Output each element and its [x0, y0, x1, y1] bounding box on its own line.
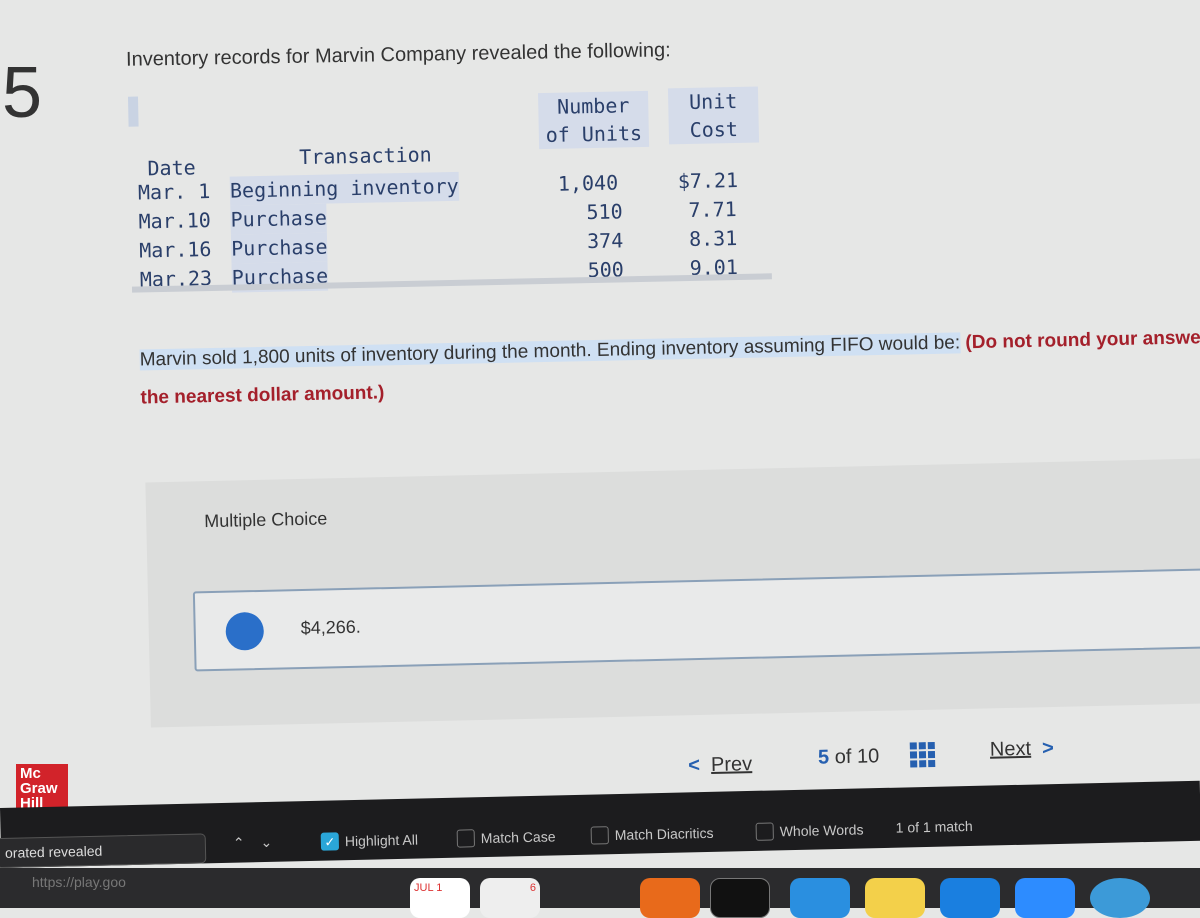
answer-option[interactable]: $4,266. — [192, 567, 1200, 672]
row-transaction: Beginning inventory — [229, 171, 460, 206]
find-bar: orated revealed ⌃ ⌄ ✓ Highlight All Match… — [0, 780, 1200, 869]
whole-words-checkbox[interactable]: Whole Words — [755, 820, 864, 841]
chevron-down-icon[interactable]: ⌄ — [260, 834, 272, 851]
highlight-all-checkbox[interactable]: ✓ Highlight All — [320, 831, 419, 851]
row-cost: 7.71 — [688, 197, 737, 223]
logo-line: Graw — [20, 780, 58, 797]
chevron-up-icon[interactable]: ⌃ — [233, 834, 245, 851]
checkbox-box — [755, 822, 774, 841]
row-transaction: Purchase — [230, 203, 328, 235]
checkbox-box — [590, 826, 609, 845]
terminal-icon[interactable] — [710, 878, 770, 918]
find-input[interactable]: orated revealed — [0, 833, 207, 869]
question-text: Marvin sold 1,800 units of inventory dur… — [139, 318, 1200, 417]
inventory-table: Number of Units Unit Cost Date Transaction… — [127, 83, 772, 296]
row-cost: $7.21 — [677, 167, 739, 194]
match-diacritics-checkbox[interactable]: Match Diacritics — [590, 824, 714, 845]
question-number: 5 — [2, 53, 43, 133]
page-total: of 10 — [834, 745, 880, 769]
page-indicator: 5 of 10 — [818, 745, 880, 769]
next-button[interactable]: Next > — [990, 737, 1054, 761]
match-diacritics-label: Match Diacritics — [614, 824, 714, 844]
prev-button[interactable]: < Prev — [688, 753, 752, 777]
table-row: Mar.16 Purchase 374 8.31 — [139, 226, 737, 266]
question-body: Marvin sold 1,800 units of inventory dur… — [139, 332, 961, 371]
calendar-month: JUL — [414, 882, 434, 894]
match-count: 1 of 1 match — [895, 817, 973, 836]
row-cost: 8.31 — [688, 225, 738, 252]
table-row: Mar. 1 Beginning inventory 1,040 $7.21 — [138, 168, 738, 208]
globe-icon[interactable] — [1090, 878, 1150, 918]
row-units: 1,040 — [557, 170, 619, 196]
chevron-right-icon: > — [1041, 737, 1055, 760]
row-date: Mar.10 — [138, 208, 212, 234]
chevron-left-icon: < — [687, 754, 701, 777]
reminders-badge: 6 — [529, 882, 536, 894]
row-transaction: Purchase — [230, 232, 328, 264]
notes-icon[interactable] — [865, 878, 925, 918]
calendar-app-icon[interactable]: JUL 1 — [410, 878, 470, 918]
status-url: https://play.goo — [32, 874, 126, 890]
match-case-label: Match Case — [480, 828, 556, 847]
reminders-app-icon[interactable]: 6 — [480, 878, 540, 918]
cost-header-2: Cost — [689, 116, 739, 142]
row-date: Mar. 1 — [137, 179, 211, 205]
answer-option-text: $4,266. — [300, 616, 361, 639]
transaction-header: Transaction — [299, 142, 432, 170]
logo-line: Mc — [20, 765, 41, 782]
intro-text: Inventory records for Marvin Company rev… — [125, 39, 671, 71]
table-row: Mar.10 Purchase 510 7.71 — [138, 197, 737, 237]
teamviewer-icon[interactable] — [940, 878, 1000, 918]
row-date: Mar.16 — [138, 237, 212, 263]
checkbox-box — [456, 829, 476, 848]
units-header: Number of Units — [537, 90, 650, 150]
row-units: 374 — [586, 228, 624, 254]
grid-icon[interactable] — [909, 741, 936, 768]
highlight-all-label: Highlight All — [344, 831, 419, 850]
table-divider — [131, 273, 772, 293]
firefox-icon[interactable] — [640, 878, 700, 918]
cost-header: Unit Cost — [667, 86, 760, 145]
row-units: 510 — [586, 199, 623, 225]
safari-icon[interactable] — [790, 878, 850, 918]
next-label: Next — [989, 737, 1032, 761]
radio-selected[interactable] — [225, 611, 265, 651]
cost-header-1: Unit — [688, 88, 738, 114]
zoom-icon[interactable] — [1015, 878, 1075, 918]
multiple-choice-label: Multiple Choice — [204, 508, 328, 532]
find-prev-next: ⌃ ⌄ — [233, 834, 273, 852]
checkmark-icon: ✓ — [320, 832, 340, 851]
whole-words-label: Whole Words — [779, 821, 864, 840]
match-case-checkbox[interactable]: Match Case — [456, 827, 556, 848]
question-nav: < Prev 5 of 10 Next > — [680, 730, 1101, 780]
current-page: 5 — [817, 746, 830, 769]
multiple-choice: Multiple Choice $4,266. — [145, 457, 1200, 728]
calendar-badge: 1 — [436, 882, 443, 894]
units-header-1: Number — [556, 93, 630, 119]
prev-label: Prev — [710, 753, 753, 777]
header-bar — [127, 96, 139, 127]
units-header-2: of Units — [545, 120, 643, 147]
dock: https://play.goo JUL 1 6 — [0, 868, 1200, 918]
